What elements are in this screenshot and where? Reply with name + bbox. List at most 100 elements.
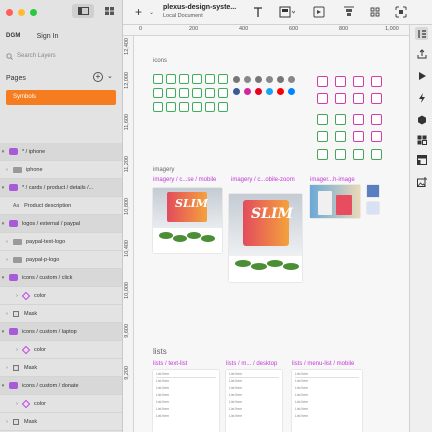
outline-icon[interactable] — [179, 88, 189, 98]
twitter-icon[interactable] — [266, 88, 273, 95]
social-icon[interactable] — [288, 76, 295, 83]
section-label-lists[interactable]: lists — [153, 347, 167, 356]
close-window-button[interactable] — [6, 8, 13, 16]
frame-label[interactable]: lists / text-list — [153, 361, 187, 367]
layer-row[interactable]: › color — [0, 341, 122, 359]
layer-row[interactable]: ▾ icons / custom / donate — [0, 377, 122, 395]
outline-icon[interactable] — [371, 76, 382, 87]
section-label-icons[interactable]: icons — [153, 58, 167, 64]
list-item[interactable]: List Item — [229, 372, 242, 376]
list-item[interactable]: List Item — [229, 393, 242, 397]
product-image-frame[interactable] — [310, 185, 360, 218]
document-title[interactable]: plexus-design-syste... — [163, 4, 236, 11]
lightning-icon[interactable] — [415, 91, 428, 104]
social-icon[interactable] — [244, 76, 251, 83]
outline-icon[interactable] — [166, 88, 176, 98]
grid-icon[interactable] — [415, 133, 428, 146]
layer-row[interactable]: ▾ icons / custom / laptop — [0, 323, 122, 341]
list-item[interactable]: List Item — [295, 414, 308, 418]
menu-list-mobile-frame[interactable]: List Item List Item List Item List Item … — [292, 370, 362, 432]
list-item[interactable]: List Item — [156, 400, 169, 404]
outline-icon[interactable] — [317, 76, 328, 87]
layout-icon[interactable] — [415, 153, 428, 166]
outline-icon[interactable] — [335, 114, 346, 125]
chevron-down-icon[interactable]: ⌄ — [107, 72, 113, 80]
outline-icon[interactable] — [153, 74, 163, 84]
layer-row[interactable]: › Mask — [0, 359, 122, 377]
pinterest-icon[interactable] — [255, 88, 262, 95]
inspector-icon[interactable] — [415, 27, 428, 40]
outline-icon[interactable] — [353, 149, 364, 160]
list-item[interactable]: List Item — [156, 414, 169, 418]
outline-icon[interactable] — [335, 93, 346, 104]
sidebar-view-icon[interactable] — [72, 4, 94, 18]
list-item[interactable]: List Item — [156, 386, 169, 390]
outline-icon[interactable] — [317, 149, 328, 160]
facebook-icon[interactable] — [233, 88, 240, 95]
minimize-window-button[interactable] — [18, 8, 25, 16]
menu-list-desktop-frame[interactable]: List Item List Item List Item List Item … — [226, 370, 282, 432]
apple-icon[interactable] — [233, 76, 240, 83]
outline-icon[interactable] — [335, 76, 346, 87]
outline-icon[interactable] — [371, 93, 382, 104]
youtube-icon[interactable] — [277, 88, 284, 95]
list-item[interactable]: List Item — [229, 407, 242, 411]
layer-row[interactable]: › Mask — [0, 413, 122, 431]
social-icon[interactable] — [277, 76, 284, 83]
layer-row[interactable]: ▾ * / iphone — [0, 143, 122, 161]
layer-row[interactable]: › color — [0, 287, 122, 305]
outline-icon[interactable] — [335, 131, 346, 142]
list-item[interactable]: List Item — [156, 393, 169, 397]
layer-row[interactable]: › Mask — [0, 305, 122, 323]
list-item[interactable]: List Item — [229, 379, 242, 383]
list-item[interactable]: List Item — [229, 400, 242, 404]
list-item[interactable]: List Item — [295, 407, 308, 411]
outline-icon[interactable] — [179, 74, 189, 84]
page-item-symbols[interactable]: Symbols — [6, 90, 116, 105]
outline-icon[interactable] — [166, 74, 176, 84]
social-icon[interactable] — [255, 76, 262, 83]
social-icon[interactable] — [266, 76, 273, 83]
layer-row[interactable]: › paypal-p-logo — [0, 251, 122, 269]
outline-icon[interactable] — [192, 102, 202, 112]
outline-icon[interactable] — [218, 74, 228, 84]
list-item[interactable]: List Item — [295, 400, 308, 404]
layer-row[interactable]: ▾ * / cards / product / details /... — [0, 179, 122, 197]
outline-icon[interactable] — [335, 149, 346, 160]
frame-label[interactable]: lists / menu-list / mobile — [292, 361, 354, 367]
text-list-frame[interactable]: List Item List Item List Item List Item … — [153, 370, 219, 432]
outline-icon[interactable] — [153, 102, 163, 112]
list-item[interactable]: List Item — [156, 407, 169, 411]
align-icon[interactable] — [313, 6, 325, 18]
layer-row[interactable]: › iphone — [0, 161, 122, 179]
list-item[interactable]: List Item — [229, 386, 242, 390]
text-tool-icon[interactable] — [253, 6, 263, 18]
zoom-window-button[interactable] — [30, 8, 37, 16]
outline-icon[interactable] — [166, 102, 176, 112]
outline-icon[interactable] — [371, 149, 382, 160]
list-item[interactable]: List Item — [295, 386, 308, 390]
outline-icon[interactable] — [218, 88, 228, 98]
outline-icon[interactable] — [218, 102, 228, 112]
play-icon[interactable] — [415, 69, 428, 82]
layer-row[interactable]: ▾ icons / custom / click — [0, 269, 122, 287]
product-image-frame[interactable]: SLIM — [153, 188, 222, 253]
instagram-icon[interactable] — [244, 88, 251, 95]
component-icon[interactable] — [369, 6, 381, 18]
outline-icon[interactable] — [353, 131, 364, 142]
section-label-imagery[interactable]: imagery — [153, 167, 174, 173]
frame-label[interactable]: imagery / c...se / mobile — [153, 177, 216, 183]
distribute-icon[interactable] — [343, 6, 355, 18]
add-page-icon[interactable]: + — [93, 72, 103, 82]
outline-icon[interactable] — [179, 102, 189, 112]
frame-label[interactable]: imager...h-image — [310, 177, 355, 183]
outline-icon[interactable] — [192, 74, 202, 84]
outline-icon[interactable] — [353, 93, 364, 104]
thumbnail[interactable] — [367, 185, 379, 197]
outline-icon[interactable] — [317, 114, 328, 125]
outline-icon[interactable] — [371, 114, 382, 125]
list-item[interactable]: List Item — [229, 414, 242, 418]
shape-tool-icon[interactable] — [279, 6, 295, 18]
layer-row[interactable]: Aa Product description — [0, 197, 122, 215]
layer-row[interactable]: › color — [0, 395, 122, 413]
